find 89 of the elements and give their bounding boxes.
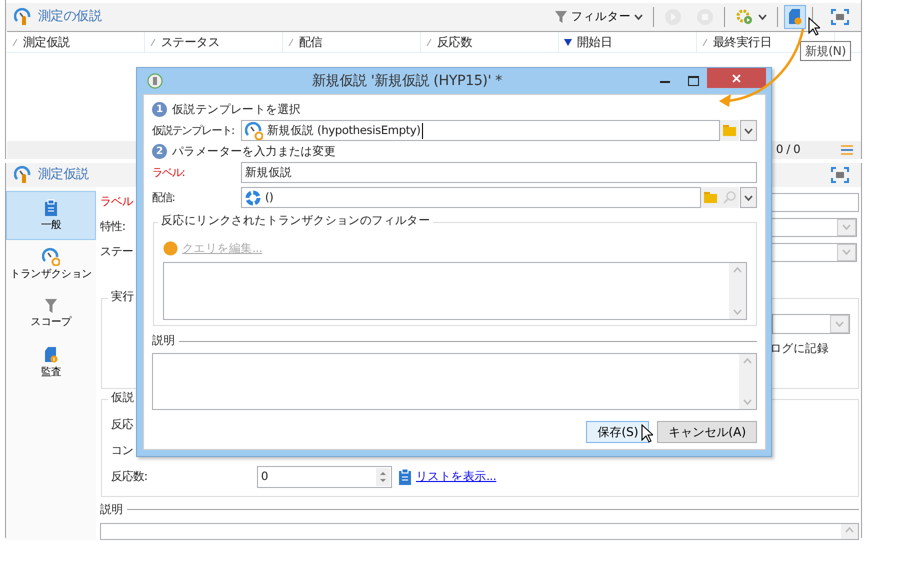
minimize-icon (660, 80, 670, 83)
step-number: 1 (152, 102, 167, 118)
select-field[interactable] (771, 242, 857, 262)
tooltip: 新規(N) (800, 41, 851, 62)
mouse-cursor-icon (641, 424, 653, 443)
field-label: 配信: (152, 191, 176, 204)
sidebar-item[interactable]: トランザクション (6, 240, 96, 289)
column-header[interactable]: ステータス (145, 32, 283, 52)
scroll-down-icon (733, 309, 742, 316)
search-icon (723, 191, 736, 204)
field-label: 特性: (100, 220, 125, 234)
folder-icon (723, 125, 736, 136)
spinner-icon (376, 468, 390, 486)
maximize-icon (831, 9, 849, 25)
field-label: 反応 (111, 418, 134, 432)
row-count: 0 / 0 (776, 143, 800, 157)
folder-button[interactable] (701, 187, 720, 208)
gauge-icon (42, 248, 60, 266)
clipboard-icon (44, 199, 58, 218)
select-field[interactable] (772, 314, 850, 334)
app-icon (147, 73, 163, 90)
description-field[interactable] (152, 353, 757, 410)
funnel-icon (554, 10, 568, 24)
field-label: コン (111, 444, 134, 458)
scroll-up-icon (743, 358, 752, 364)
group-title: 仮説 (108, 391, 138, 405)
dropdown-icon (744, 128, 753, 134)
panel-title: 測定の仮説 (38, 9, 102, 25)
list-link[interactable]: リストを表示... (416, 470, 496, 484)
filter-button[interactable]: フィルター (550, 5, 647, 29)
funnel-icon (44, 298, 58, 314)
select-field[interactable] (771, 218, 857, 236)
group-title: 実行 (108, 290, 138, 304)
dropdown-button[interactable] (740, 187, 757, 208)
close-icon (732, 74, 741, 82)
sidebar-item[interactable]: 監査 (6, 338, 96, 387)
number-field[interactable]: 0 (257, 466, 392, 488)
dropdown-icon (842, 249, 851, 255)
scroll-up-icon (733, 267, 742, 274)
step-title: パラメーターを入力または変更 (172, 144, 336, 159)
column-header[interactable]: 配信 (283, 32, 421, 52)
step-number: 2 (152, 144, 167, 160)
document-info-icon (44, 346, 58, 364)
clipboard-icon (399, 468, 411, 484)
group-title: 反応にリンクされたトランザクションのフィルター (158, 214, 434, 228)
section-title: 説明 (100, 503, 124, 517)
field-label: ラベル (100, 195, 133, 209)
maximize-icon (831, 167, 849, 183)
description-field[interactable] (100, 522, 859, 540)
scroll-up-icon (845, 526, 854, 533)
window-title: 新規仮説 '新規仮説 (HYP15)' * (310, 72, 503, 90)
column-header[interactable]: 測定仮説 (7, 32, 145, 52)
panel-title: 測定仮説 (38, 167, 89, 183)
document-plus-icon (788, 8, 802, 26)
dropdown-icon (842, 224, 851, 230)
cancel-button[interactable]: キャンセル(A) (657, 421, 757, 443)
field-label: ラベル: (152, 166, 186, 180)
section-title: 説明 (152, 334, 176, 348)
template-field[interactable]: 新規仮説 (hypothesisEmpty) (241, 120, 720, 142)
option-label: ログに記録 (770, 342, 829, 356)
menu-icon[interactable] (841, 145, 853, 155)
delivery-icon (245, 190, 261, 206)
field-label: 反応数: (111, 470, 148, 484)
step-title: 仮説テンプレートを選択 (172, 102, 301, 117)
hypothesis-icon (14, 166, 32, 184)
field-label: ステー (100, 245, 133, 259)
circle-icon (163, 241, 178, 256)
input-field[interactable] (771, 192, 859, 212)
folder-icon (704, 192, 717, 204)
maximize-icon (688, 76, 698, 86)
dropdown-icon (835, 321, 844, 327)
field-label: 仮説テンプレート: (152, 124, 235, 138)
input-field[interactable]: 新規仮説 (241, 162, 757, 184)
new-button[interactable] (784, 5, 806, 29)
sidebar-item[interactable]: スコープ (6, 289, 96, 338)
close-button[interactable] (707, 68, 766, 88)
column-header[interactable]: 開始日 (559, 32, 697, 52)
sidebar-item[interactable]: 一般 (6, 191, 96, 240)
gauge-icon (245, 122, 263, 140)
dropdown-button[interactable] (740, 120, 757, 142)
query-field[interactable] (163, 262, 747, 320)
delivery-field[interactable]: () (241, 187, 701, 208)
scroll-down-icon (743, 399, 752, 405)
hypothesis-icon (14, 8, 32, 26)
caret-icon (634, 14, 643, 20)
dropdown-icon (744, 194, 753, 201)
column-header[interactable]: 反応数 (421, 32, 559, 52)
caret-icon (758, 14, 767, 20)
gear-icon (735, 8, 755, 26)
